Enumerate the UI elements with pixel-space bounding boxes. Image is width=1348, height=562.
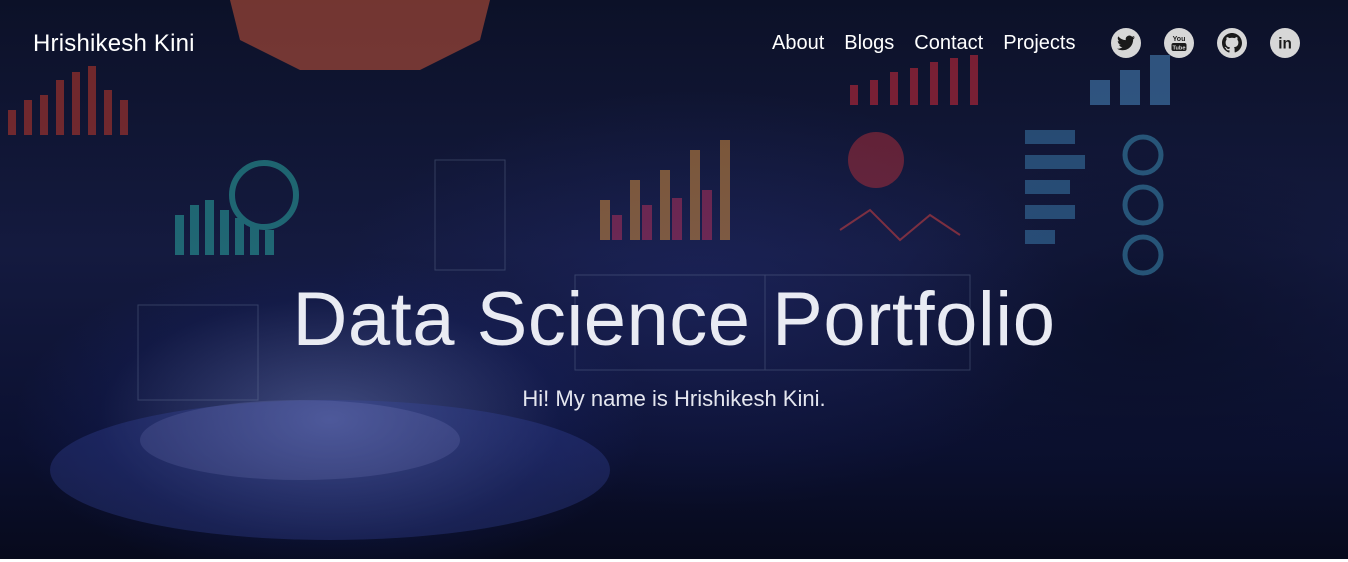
nav-contact[interactable]: Contact (914, 31, 983, 55)
nav-projects[interactable]: Projects (1003, 31, 1075, 55)
svg-text:Tube: Tube (1173, 45, 1186, 51)
hero-section: Hrishikesh Kini About Blogs Contact Proj… (0, 0, 1348, 559)
brand-link[interactable]: Hrishikesh Kini (33, 30, 195, 58)
page-title: Data Science Portfolio (292, 277, 1056, 362)
twitter-icon[interactable] (1111, 28, 1141, 58)
social-links: You Tube in (1111, 28, 1300, 58)
nav-about[interactable]: About (772, 31, 824, 55)
linkedin-icon[interactable]: in (1270, 28, 1300, 58)
svg-text:You: You (1173, 36, 1186, 43)
nav-blogs[interactable]: Blogs (844, 31, 894, 55)
main-nav: About Blogs Contact Projects (772, 31, 1075, 55)
github-icon[interactable] (1217, 28, 1247, 58)
page-subtitle: Hi! My name is Hrishikesh Kini. (522, 386, 826, 411)
svg-text:in: in (1278, 35, 1292, 52)
youtube-icon[interactable]: You Tube (1164, 28, 1194, 58)
